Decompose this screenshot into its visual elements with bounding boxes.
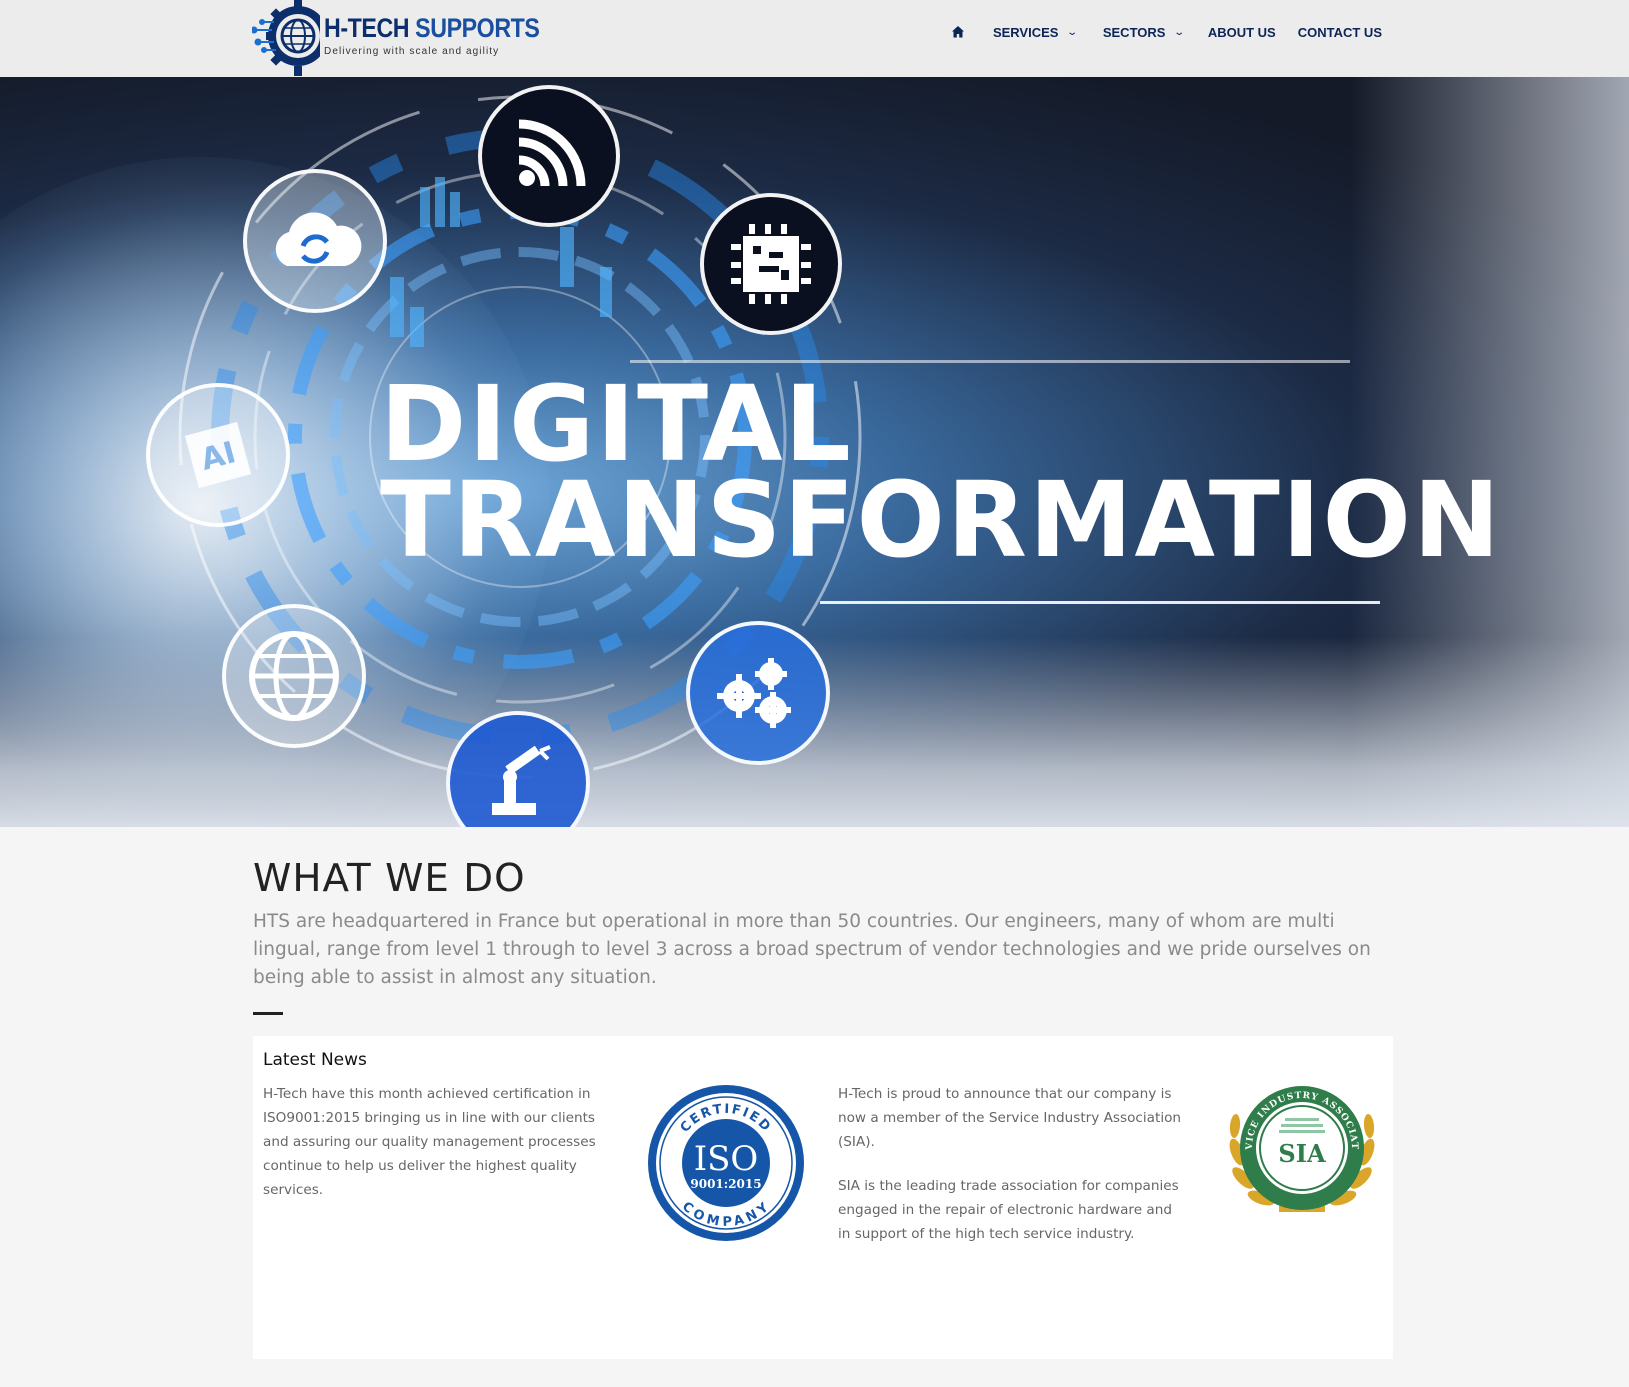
nav-sectors-label: SECTORS [1102, 24, 1166, 40]
nav-services-label: SERVICES [992, 24, 1059, 40]
nav-about[interactable]: ABOUT US [1208, 25, 1276, 40]
hero-bottom-rule [820, 601, 1380, 604]
iso-badge-sub: 9001:2015 [690, 1177, 761, 1191]
sia-badge-main: SIA [1278, 1139, 1326, 1168]
hero-headline: DIGITAL TRANSFORMATION [380, 372, 1502, 581]
section-divider [253, 1012, 283, 1015]
sia-member-badge: SERVICE INDUSTRY ASSOCIATION SIA [1214, 1075, 1385, 1218]
what-we-do-title: WHAT WE DO [253, 856, 526, 900]
hero-line2: TRANSFORMATION [380, 458, 1502, 581]
what-we-do-text: HTS are headquartered in France but oper… [253, 911, 1371, 988]
logo-name-first: H-TECH [324, 12, 410, 43]
globe-icon [222, 604, 366, 748]
nav-sectors[interactable]: SECTORS ⌄ [1102, 24, 1186, 40]
chevron-down-icon: ⌄ [1066, 26, 1079, 38]
nav-home[interactable] [951, 25, 965, 39]
chip-icon [700, 193, 842, 335]
news-item-sia-p2: SIA is the leading trade association for… [838, 1178, 1179, 1242]
logo-name: H-TECH SUPPORTS [324, 12, 540, 44]
latest-news-title: Latest News [263, 1050, 367, 1070]
nav-services[interactable]: SERVICES ⌄ [992, 24, 1079, 40]
nav-about-label: ABOUT US [1207, 24, 1276, 40]
main-nav: SERVICES ⌄ SECTORS ⌄ ABOUT US CONTACT US [929, 0, 1382, 64]
nav-contact[interactable]: CONTACT US [1298, 25, 1382, 40]
iso-badge-main: ISO [694, 1139, 759, 1179]
logo-tagline: Delivering with scale and agility [324, 45, 500, 57]
cloud-sync-icon [243, 169, 387, 313]
chevron-down-icon: ⌄ [1173, 26, 1186, 38]
news-item-sia-p1: H-Tech is proud to announce that our com… [838, 1086, 1182, 1150]
wifi-icon [478, 85, 620, 227]
latest-news-panel: Latest News H-Tech have this month achie… [253, 1036, 1393, 1359]
news-item-iso-text: H-Tech have this month achieved certific… [263, 1086, 596, 1198]
gears-icon [686, 621, 830, 765]
home-icon [951, 26, 964, 38]
site-header: H-TECH SUPPORTS Delivering with scale an… [0, 0, 1629, 77]
logo[interactable]: H-TECH SUPPORTS Delivering with scale an… [250, 0, 540, 77]
logo-name-second: SUPPORTS [415, 12, 540, 43]
iso-certified-badge: CERTIFIED COMPANY ISO 9001:2015 [645, 1082, 807, 1244]
nav-contact-label: CONTACT US [1297, 24, 1382, 40]
news-item-sia: H-Tech is proud to announce that our com… [838, 1082, 1188, 1246]
ai-chip-icon: AI [146, 383, 290, 527]
logo-gear-globe-icon [250, 0, 328, 77]
hero-banner: AI DIGITAL TRANSFORMATION [0, 77, 1629, 827]
